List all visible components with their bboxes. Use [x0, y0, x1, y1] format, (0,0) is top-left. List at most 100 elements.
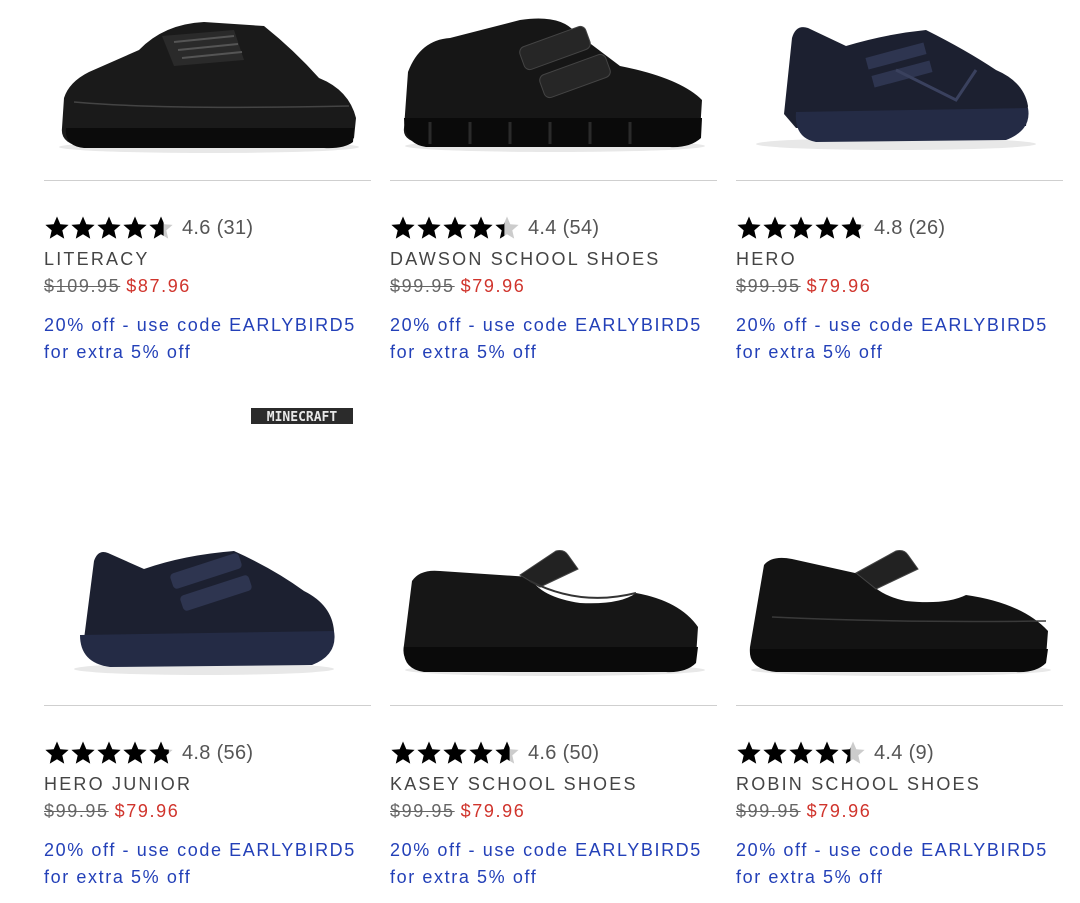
review-count[interactable]: (26)	[909, 217, 946, 239]
star-icon	[736, 215, 762, 241]
original-price: $99.95	[44, 801, 109, 821]
divider	[44, 180, 371, 181]
star-icon	[840, 215, 866, 241]
star-icon	[96, 740, 122, 766]
rating-value: 4.4	[528, 216, 557, 239]
divider	[390, 180, 717, 181]
star-icon	[390, 215, 416, 241]
review-count[interactable]: (9)	[909, 742, 934, 764]
divider	[736, 180, 1063, 181]
star-icon	[762, 215, 788, 241]
price: $109.95 $87.96	[44, 276, 191, 297]
star-icon	[814, 740, 840, 766]
rating-value: 4.8	[182, 741, 211, 764]
original-price: $99.95	[390, 276, 455, 296]
promo-line-1: 20% off - use code EARLYBIRD5	[736, 840, 1048, 860]
star-icon	[494, 740, 520, 766]
star-rating-icon	[44, 215, 174, 241]
star-icon	[148, 740, 174, 766]
price: $99.95 $79.96	[390, 276, 525, 297]
minecraft-logo: MINECRAFT	[251, 406, 353, 426]
star-icon	[416, 215, 442, 241]
original-price: $99.95	[736, 801, 801, 821]
product-image-literacy[interactable]	[44, 10, 371, 160]
promo-line-1: 20% off - use code EARLYBIRD5	[44, 840, 356, 860]
review-count[interactable]: (56)	[217, 742, 254, 764]
rating: 4.4 (54)	[390, 213, 599, 243]
rating: 4.6 (31)	[44, 213, 253, 243]
product-image-robin[interactable]	[736, 535, 1063, 685]
sale-price: $79.96	[114, 801, 180, 821]
divider	[390, 705, 717, 706]
review-count[interactable]: (54)	[563, 217, 600, 239]
product-name[interactable]: KASEY SCHOOL SHOES	[390, 774, 638, 795]
sale-price: $79.96	[460, 276, 526, 296]
review-count[interactable]: (50)	[563, 742, 600, 764]
promo-line-1: 20% off - use code EARLYBIRD5	[44, 315, 356, 335]
star-icon	[148, 215, 174, 241]
product-image-hero-junior[interactable]	[44, 535, 371, 685]
rating-value: 4.4	[874, 741, 903, 764]
star-icon	[70, 215, 96, 241]
rating: 4.4 (9)	[736, 738, 934, 768]
star-icon	[468, 740, 494, 766]
promo-line-2: for extra 5% off	[390, 342, 538, 362]
product-name[interactable]: HERO JUNIOR	[44, 774, 192, 795]
original-price: $99.95	[390, 801, 455, 821]
velcro-shoe-icon	[403, 18, 705, 152]
promo-text: 20% off - use code EARLYBIRD5 for extra …	[44, 837, 374, 891]
sale-price: $87.96	[126, 276, 191, 296]
star-icon	[442, 740, 468, 766]
promo-line-2: for extra 5% off	[736, 867, 884, 887]
minecraft-label: MINECRAFT	[267, 410, 338, 425]
promo-line-2: for extra 5% off	[44, 342, 192, 362]
star-icon	[494, 215, 520, 241]
sale-price: $79.96	[460, 801, 526, 821]
sneaker-icon	[756, 27, 1036, 150]
product-name[interactable]: DAWSON SCHOOL SHOES	[390, 249, 661, 270]
original-price: $99.95	[736, 276, 801, 296]
rating: 4.8 (56)	[44, 738, 253, 768]
star-icon	[736, 740, 762, 766]
star-icon	[390, 740, 416, 766]
star-rating-icon	[736, 740, 866, 766]
product-name[interactable]: LITERACY	[44, 249, 150, 270]
price: $99.95 $79.96	[736, 276, 871, 297]
promo-text: 20% off - use code EARLYBIRD5 for extra …	[44, 312, 374, 366]
product-name[interactable]: ROBIN SCHOOL SHOES	[736, 774, 981, 795]
review-count[interactable]: (31)	[217, 217, 254, 239]
star-icon	[468, 215, 494, 241]
promo-line-2: for extra 5% off	[390, 867, 538, 887]
lace-up-shoe-icon	[59, 22, 359, 153]
promo-line-2: for extra 5% off	[44, 867, 192, 887]
product-name[interactable]: HERO	[736, 249, 797, 270]
price: $99.95 $79.96	[736, 801, 871, 822]
rating: 4.8 (26)	[736, 213, 945, 243]
star-rating-icon	[390, 215, 520, 241]
promo-text: 20% off - use code EARLYBIRD5 for extra …	[390, 837, 720, 891]
divider	[736, 705, 1063, 706]
velcro-sneaker-icon	[74, 551, 335, 675]
price: $99.95 $79.96	[390, 801, 525, 822]
divider	[44, 705, 371, 706]
star-icon	[44, 740, 70, 766]
mary-jane-shoe-icon	[749, 550, 1051, 676]
star-icon	[788, 740, 814, 766]
rating-value: 4.6	[182, 216, 211, 239]
star-icon	[788, 215, 814, 241]
promo-line-2: for extra 5% off	[736, 342, 884, 362]
promo-text: 20% off - use code EARLYBIRD5 for extra …	[736, 312, 1066, 366]
product-image-hero[interactable]	[736, 10, 1063, 160]
star-icon	[762, 740, 788, 766]
mary-jane-shoe-icon	[403, 550, 705, 676]
star-icon	[416, 740, 442, 766]
promo-text: 20% off - use code EARLYBIRD5 for extra …	[736, 837, 1066, 891]
star-rating-icon	[736, 215, 866, 241]
star-icon	[442, 215, 468, 241]
product-image-kasey[interactable]	[390, 535, 717, 685]
star-rating-icon	[390, 740, 520, 766]
product-image-dawson[interactable]	[390, 10, 717, 160]
promo-line-1: 20% off - use code EARLYBIRD5	[736, 315, 1048, 335]
star-icon	[96, 215, 122, 241]
star-icon	[44, 215, 70, 241]
